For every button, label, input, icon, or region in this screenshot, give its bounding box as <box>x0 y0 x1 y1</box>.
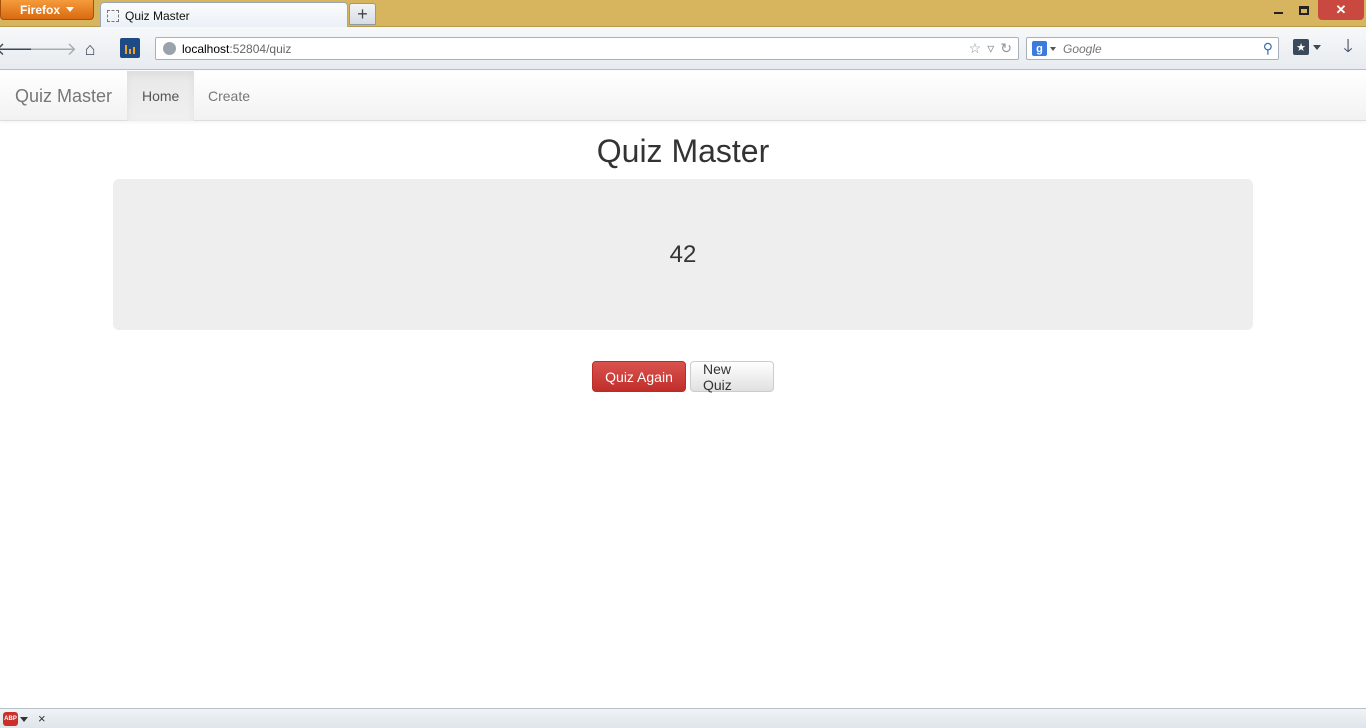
chevron-down-icon[interactable] <box>20 717 28 722</box>
new-tab-button[interactable]: + <box>349 3 376 25</box>
dropdown-arrow-icon[interactable]: ▿ <box>987 40 994 57</box>
search-placeholder: Google <box>1063 41 1102 56</box>
restore-icon <box>1299 5 1309 15</box>
minimize-icon <box>1273 12 1283 14</box>
bookmark-star-icon[interactable]: ☆ <box>969 40 982 57</box>
home-icon: ⌂ <box>84 38 96 59</box>
close-window-button[interactable]: ✕ <box>1318 0 1364 20</box>
reload-icon[interactable]: ↻ <box>1000 40 1012 57</box>
download-arrow-icon: 🡓 <box>1343 36 1353 56</box>
url-host: localhost <box>182 41 230 56</box>
nav-item-create[interactable]: Create <box>193 71 265 121</box>
answer-value: 42 <box>669 240 697 268</box>
close-addon-bar-icon[interactable]: × <box>38 711 46 726</box>
home-button[interactable]: ⌂ <box>79 38 101 60</box>
analytics-addon-button[interactable] <box>120 38 140 58</box>
tab-title: Quiz Master <box>125 8 190 23</box>
navigation-toolbar: 🡐 🡒 ⌂ localhost:52804/quiz ☆ ▿ ↻ g Googl… <box>0 27 1366 70</box>
bar-chart-icon <box>133 47 135 54</box>
firefox-menu-label: Firefox <box>19 2 60 17</box>
url-bar-actions: ☆ ▿ ↻ <box>969 40 1012 57</box>
nav-item-home[interactable]: Home <box>127 71 195 121</box>
globe-icon <box>163 42 176 55</box>
plus-icon: + <box>357 3 368 24</box>
answer-panel: 42 <box>113 179 1253 330</box>
chevron-down-icon[interactable] <box>1050 47 1056 51</box>
arrow-right-icon: 🡒 <box>28 38 78 59</box>
chevron-down-icon <box>1313 44 1321 50</box>
url-path: :52804/quiz <box>229 41 292 56</box>
downloads-button[interactable]: 🡓 <box>1337 36 1359 60</box>
addon-bar: ABP × <box>0 708 1366 728</box>
navbar-brand[interactable]: Quiz Master <box>15 86 112 107</box>
url-bar[interactable]: localhost:52804/quiz ☆ ▿ ↻ <box>155 37 1019 60</box>
firefox-menu-button[interactable]: Firefox <box>0 0 94 20</box>
forward-button[interactable]: 🡒 <box>29 38 77 60</box>
bookmarks-menu-button[interactable]: ★ <box>1293 39 1321 55</box>
close-icon: ✕ <box>1335 2 1347 17</box>
page-title: Quiz Master <box>596 133 770 169</box>
bar-chart-icon <box>129 49 131 54</box>
site-navbar: Quiz Master Home Create <box>0 71 1366 121</box>
minimize-button[interactable] <box>1264 0 1292 20</box>
restore-button[interactable] <box>1290 0 1318 20</box>
page-favicon-icon <box>107 9 119 22</box>
quiz-again-button[interactable]: Quiz Again <box>592 361 686 392</box>
browser-tab[interactable]: Quiz Master <box>100 2 348 28</box>
new-quiz-button[interactable]: New Quiz <box>690 361 774 393</box>
bookmarks-star-icon: ★ <box>1293 39 1309 55</box>
bar-chart-icon <box>125 45 127 54</box>
back-button[interactable]: 🡐 <box>0 38 43 60</box>
window-titlebar: Firefox Quiz Master + ✕ <box>0 0 1366 28</box>
chevron-down-icon <box>66 7 74 12</box>
search-icon[interactable]: ⚲ <box>1263 40 1273 57</box>
google-logo-icon[interactable]: g <box>1032 41 1047 56</box>
search-bar[interactable]: g Google ⚲ <box>1026 37 1279 60</box>
adblock-plus-icon[interactable]: ABP <box>3 712 18 726</box>
